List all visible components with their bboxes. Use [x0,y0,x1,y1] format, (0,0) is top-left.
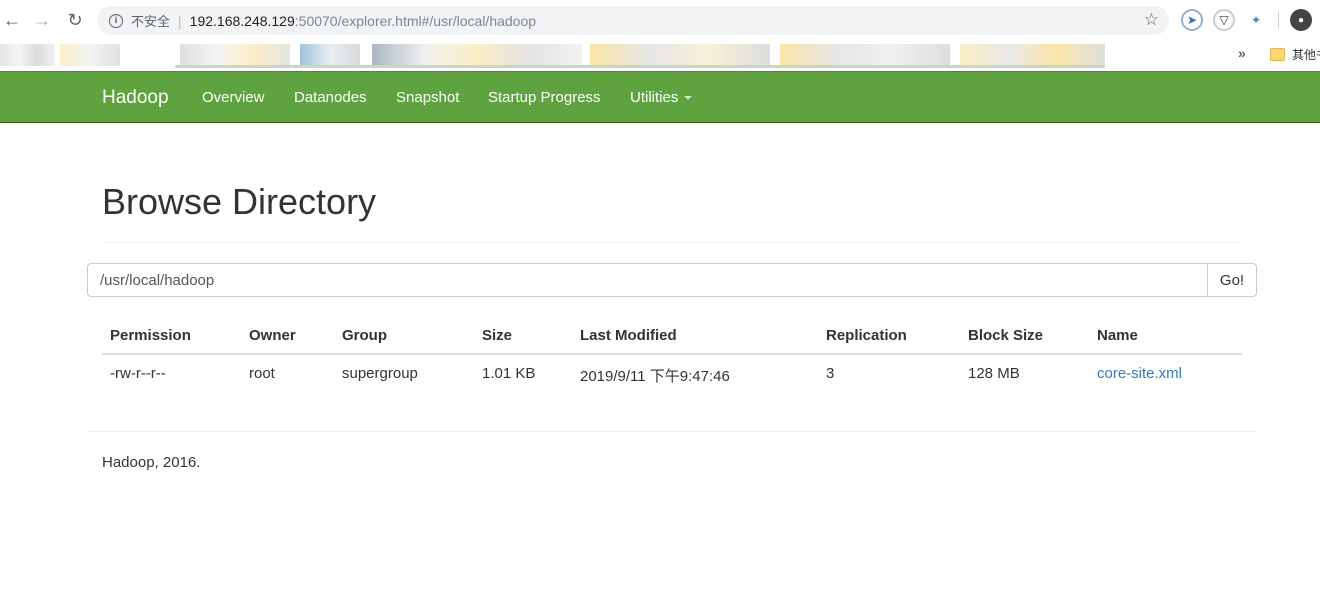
browser-toolbar: ← → ↻ i 不安全 | 192.168.248.129 :50070/exp… [0,0,1320,41]
nav-snapshot[interactable]: Snapshot [396,89,459,106]
caret-down-icon [684,96,693,101]
nav-overview[interactable]: Overview [202,89,265,106]
cell-group: supergroup [342,365,418,382]
cell-size: 1.01 KB [482,365,536,382]
blurred-bookmark[interactable] [780,44,950,66]
title-divider [102,242,1242,243]
col-last-modified-header[interactable]: Last Modified [580,327,677,344]
extension-shield-icon[interactable]: ▽ [1213,9,1235,31]
blurred-bookmark[interactable] [60,44,120,66]
url-host: 192.168.248.129 [189,12,295,29]
extension-compass-icon[interactable]: ➤ [1181,9,1203,31]
address-separator: | [178,12,182,29]
url-path: :50070/explorer.html#/usr/local/hadoop [294,12,537,29]
back-arrow-icon[interactable]: ← [0,8,24,32]
bookmarks-overflow-chevron[interactable]: » [1238,45,1246,61]
profile-avatar[interactable]: ● [1290,9,1312,31]
blurred-bookmark[interactable] [300,44,360,66]
col-permission-header[interactable]: Permission [110,327,191,344]
address-bar[interactable]: i 不安全 | 192.168.248.129 :50070/explorer.… [97,6,1169,35]
cell-permission: -rw-r--r-- [110,365,166,382]
blurred-bookmark[interactable] [590,44,770,66]
blurred-bookmark[interactable] [180,44,290,66]
directory-path-input[interactable] [87,263,1208,297]
forward-arrow-icon[interactable]: → [30,8,54,32]
col-name-header[interactable]: Name [1097,327,1138,344]
reload-icon[interactable]: ↻ [63,8,87,32]
col-size-header[interactable]: Size [482,327,512,344]
col-owner-header[interactable]: Owner [249,327,296,344]
cell-block-size: 128 MB [968,365,1020,382]
file-name-link[interactable]: core-site.xml [1097,365,1182,382]
info-icon[interactable]: i [109,13,123,28]
extension-bird-icon[interactable]: ✦ [1245,9,1267,31]
go-button[interactable]: Go! [1207,263,1257,297]
toolbar-divider [1278,12,1279,28]
footer-text: Hadoop, 2016. [102,454,201,471]
bookmark-star-icon[interactable]: ☆ [1144,10,1159,30]
security-label: 不安全 [131,14,171,29]
col-block-size-header[interactable]: Block Size [968,327,1043,344]
nav-utilities-label: Utilities [630,89,679,106]
hadoop-navbar: Hadoop Overview Datanodes Snapshot Start… [0,71,1320,123]
col-replication-header[interactable]: Replication [826,327,907,344]
cell-last-modified: 2019/9/11 下午9:47:46 [580,368,730,385]
footer-divider [87,431,1257,432]
table-header-divider [102,353,1242,355]
folder-icon [1270,48,1285,61]
cell-owner: root [249,365,275,382]
page-title: Browse Directory [102,181,377,222]
cell-replication: 3 [826,365,835,382]
bookmarks-bar: » 其他书签 [0,41,1320,71]
nav-utilities-dropdown[interactable]: Utilities [630,89,693,106]
blurred-bookmark[interactable] [0,44,55,66]
col-group-header[interactable]: Group [342,327,387,344]
nav-startup-progress[interactable]: Startup Progress [488,89,601,106]
other-bookmarks-label[interactable]: 其他书签 [1292,46,1320,63]
nav-datanodes[interactable]: Datanodes [294,89,367,106]
blurred-underline [175,65,1105,68]
navbar-brand[interactable]: Hadoop [102,87,169,109]
blurred-bookmark[interactable] [960,44,1105,66]
blurred-bookmark[interactable] [372,44,582,66]
